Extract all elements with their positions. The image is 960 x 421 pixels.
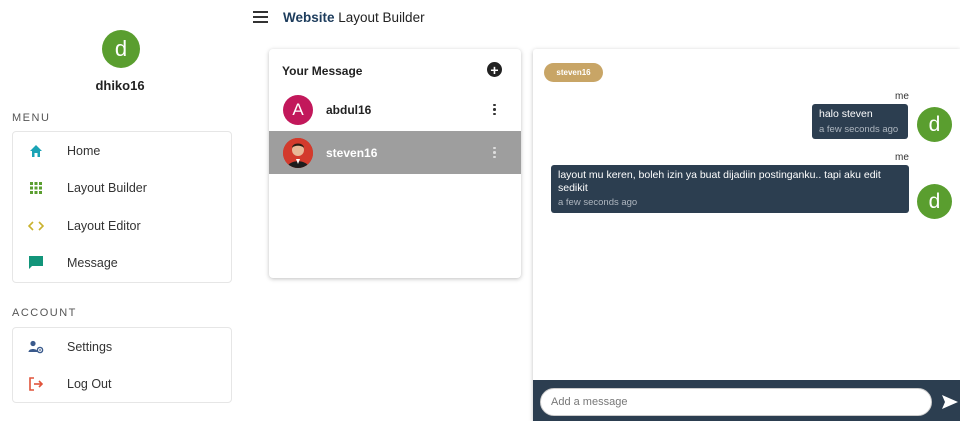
chat-icon xyxy=(27,254,45,272)
avatar: d xyxy=(917,107,952,142)
sidebar-item-layout-editor[interactable]: Layout Editor xyxy=(13,207,231,245)
message-list-card: Your Message + A abdul16 steven16 xyxy=(269,49,521,278)
message-input[interactable] xyxy=(540,388,932,416)
sidebar-item-logout[interactable]: Log Out xyxy=(13,366,231,404)
plus-circle-icon[interactable]: + xyxy=(487,62,502,77)
sidebar-item-label: Layout Builder xyxy=(67,181,147,196)
sidebar-item-label: Settings xyxy=(67,339,113,354)
avatar: A xyxy=(283,94,313,125)
account-section-label: ACCOUNT xyxy=(12,307,77,319)
user-settings-icon xyxy=(27,338,45,356)
conversation-name: abdul16 xyxy=(326,102,372,117)
sidebar: d dhiko16 MENU Home Layout Builder Layou… xyxy=(0,0,240,421)
more-options-icon[interactable] xyxy=(493,103,497,116)
avatar[interactable]: d xyxy=(102,30,140,68)
more-options-icon[interactable] xyxy=(493,146,497,159)
chat-message-bubble: layout mu keren, boleh izin ya buat dija… xyxy=(551,165,909,213)
message-text: halo steven xyxy=(819,108,873,120)
message-timestamp: a few seconds ago xyxy=(558,197,638,209)
message-list-title: Your Message xyxy=(282,64,363,78)
logout-icon xyxy=(27,375,45,393)
sidebar-item-settings[interactable]: Settings xyxy=(13,328,231,366)
sender-label: me xyxy=(895,91,909,102)
page-title-strong: Website xyxy=(283,10,335,25)
chat-panel: steven16 me halo steven a few seconds ag… xyxy=(533,49,960,421)
sender-label: me xyxy=(895,152,909,163)
hamburger-menu-icon[interactable] xyxy=(253,11,268,23)
profile-username: dhiko16 xyxy=(95,78,145,93)
page-title-rest: Layout Builder xyxy=(334,10,425,25)
sidebar-item-label: Log Out xyxy=(67,377,112,392)
sidebar-item-label: Home xyxy=(67,143,101,158)
home-icon xyxy=(27,142,45,160)
main-menu: Home Layout Builder Layout Editor Messag… xyxy=(12,131,232,283)
sidebar-item-label: Layout Editor xyxy=(67,218,141,233)
conversation-item-steven16[interactable]: steven16 xyxy=(269,131,521,174)
sidebar-item-label: Message xyxy=(67,256,118,271)
message-text: layout mu keren, boleh izin ya buat dija… xyxy=(558,169,881,194)
code-icon xyxy=(27,217,45,235)
chat-message-bubble: halo steven a few seconds ago xyxy=(812,104,908,139)
avatar xyxy=(283,137,313,168)
menu-section-label: MENU xyxy=(12,112,51,124)
account-menu: Settings Log Out xyxy=(12,327,232,403)
recipient-chip: steven16 xyxy=(544,63,603,82)
sidebar-item-message[interactable]: Message xyxy=(13,245,231,283)
message-timestamp: a few seconds ago xyxy=(819,123,899,135)
send-icon[interactable] xyxy=(941,393,959,411)
sidebar-item-layout-builder[interactable]: Layout Builder xyxy=(13,170,231,208)
avatar: d xyxy=(917,184,952,219)
conversation-name: steven16 xyxy=(326,145,378,160)
page-title: Website Layout Builder xyxy=(283,10,425,25)
sidebar-item-home[interactable]: Home xyxy=(13,132,231,170)
grid-icon xyxy=(27,179,45,197)
chat-input-bar xyxy=(533,380,960,421)
conversation-item-abdul16[interactable]: A abdul16 xyxy=(269,88,521,131)
